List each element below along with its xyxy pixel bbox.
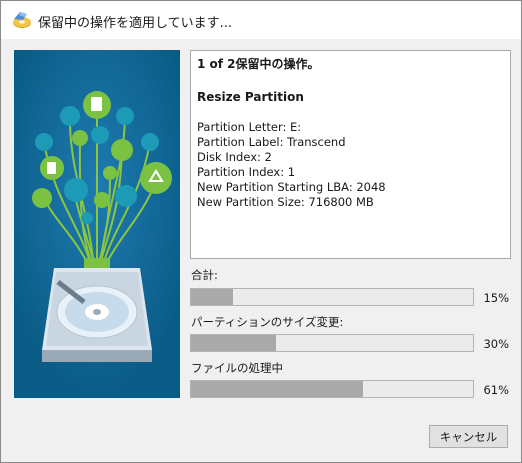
file-progress-fill [191,381,364,397]
title-bar: 保留中の操作を適用しています... [1,1,521,39]
resize-progress-percent: 30% [483,337,509,351]
resize-progress-fill [191,335,276,351]
hero-illustration [14,50,180,398]
operation-counter: 1 of 2保留中の操作。 [197,57,320,71]
cancel-button[interactable]: キャンセル [429,425,508,448]
hard-drive-icon [42,258,152,362]
window-title: 保留中の操作を適用しています... [38,16,233,31]
total-progress-fill [191,289,234,305]
detail-starting-lba: New Partition Starting LBA: 2048 [197,180,386,194]
detail-disk-index: Disk Index: 2 [197,150,272,164]
file-progress-label: ファイルの処理中 [191,361,283,375]
detail-partition-size: New Partition Size: 716800 MB [197,195,374,209]
detail-partition-label: Partition Label: Transcend [197,135,346,149]
resize-progress-bar [190,334,474,352]
detail-partition-letter: Partition Letter: E: [197,120,302,134]
resize-progress-label: パーティションのサイズ変更: [191,315,344,329]
recycle-icon [140,162,172,194]
app-disk-icon [13,12,31,28]
detail-partition-index: Partition Index: 1 [197,165,296,179]
disk-tree-illustration [14,50,180,398]
total-progress-bar [190,288,474,306]
operation-name: Resize Partition [197,90,304,104]
total-progress-percent: 15% [483,291,509,305]
operation-info-panel: 1 of 2保留中の操作。 Resize Partition Partition… [190,50,511,259]
total-progress-label: 合計: [191,268,218,282]
apply-pending-operations-dialog: 保留中の操作を適用しています... 1 of 2保留中の操作。 Resize P… [0,0,522,463]
file-progress-bar [190,380,474,398]
file-progress-percent: 61% [483,383,509,397]
